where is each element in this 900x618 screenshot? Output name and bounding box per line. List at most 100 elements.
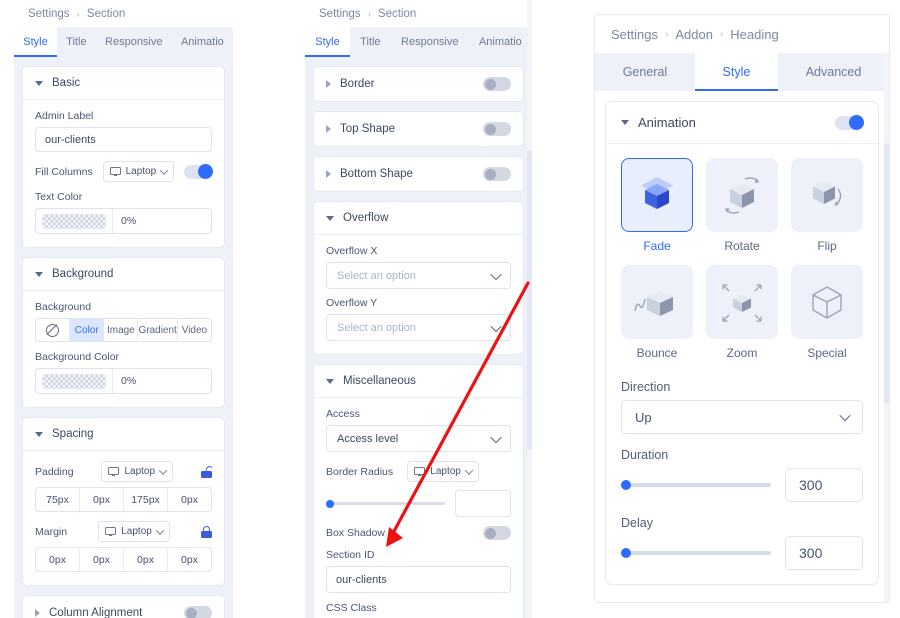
column-alignment-header[interactable]: Column Alignment [23,596,224,618]
box-shadow-toggle[interactable] [483,526,511,540]
background-type-gradient[interactable]: Gradient [138,319,178,341]
overflow-x-select[interactable]: Select an option [326,262,511,289]
breadcrumb-item-section[interactable]: Section [378,8,416,20]
background-type-video[interactable]: Video [177,319,211,341]
border-radius-slider[interactable] [326,497,445,511]
background-color-swatch-cell[interactable] [36,369,113,393]
animation-option-zoom-box[interactable] [706,265,778,339]
background-section-header[interactable]: Background [23,258,224,290]
tab-style[interactable]: Style [694,53,779,91]
animation-option-fade[interactable]: Fade [621,158,693,253]
admin-label-input[interactable]: our-clients [35,127,212,152]
animation-option-special-label: Special [807,346,847,360]
breadcrumb-item-settings[interactable]: Settings [611,27,658,42]
delay-input[interactable]: 300 [785,536,863,570]
delay-slider[interactable] [621,545,771,561]
padding-unlock-icon[interactable] [200,464,214,478]
tab-style[interactable]: Style [14,27,57,57]
margin-bottom-input[interactable]: 0px [124,548,168,571]
animation-option-fade-box[interactable] [621,158,693,232]
column-alignment-toggle[interactable] [184,606,212,618]
bottom-shape-section-header[interactable]: Bottom Shape [314,157,523,191]
spacing-section-header[interactable]: Spacing [23,418,224,450]
animation-section-header[interactable]: Animation [606,102,878,143]
breadcrumb-item-heading[interactable]: Heading [730,27,778,42]
background-color-field[interactable]: 0% [35,368,212,394]
breadcrumb-item-addon[interactable]: Addon [675,27,713,42]
padding-left-input[interactable]: 0px [168,488,211,511]
background-type-image[interactable]: Image [104,319,139,341]
overflow-section-header[interactable]: Overflow [314,202,523,234]
access-select[interactable]: Access level [326,425,511,452]
tab-animation[interactable]: Animatio [468,27,532,57]
animation-option-bounce[interactable]: Bounce [621,265,693,360]
margin-top-input[interactable]: 0px [36,548,80,571]
tab-responsive[interactable]: Responsive [95,27,172,57]
background-color-opacity[interactable]: 0% [113,369,211,393]
background-type-none[interactable] [36,319,71,341]
animation-toggle[interactable] [835,115,864,130]
miscellaneous-section-header[interactable]: Miscellaneous [314,365,523,397]
caret-right-icon [35,609,40,617]
background-section-body: Background Color Image Gradient Video Ba… [23,290,224,407]
border-toggle[interactable] [483,77,511,91]
animation-option-bounce-box[interactable] [621,265,693,339]
breadcrumb-item-settings[interactable]: Settings [319,8,361,20]
tab-style[interactable]: Style [305,27,350,57]
middle-panel-scrollbar[interactable] [527,0,532,618]
cube-flip-icon [813,181,842,206]
tab-responsive[interactable]: Responsive [390,27,469,57]
fill-columns-toggle[interactable] [183,164,213,179]
cube-fade-icon [641,177,673,209]
tab-advanced[interactable]: Advanced [778,53,889,91]
border-radius-device-select[interactable]: Laptop [407,461,479,482]
text-color-swatch-cell[interactable] [36,209,113,233]
border-section-header[interactable]: Border [314,67,523,101]
background-type-color[interactable]: Color [70,319,105,341]
tab-title[interactable]: Title [56,27,96,57]
border-radius-device-value: Laptop [430,466,461,477]
fill-columns-row: Fill Columns Laptop [35,161,213,182]
margin-left-input[interactable]: 0px [168,548,211,571]
bottom-shape-toggle[interactable] [483,167,511,181]
padding-bottom-input[interactable]: 175px [124,488,168,511]
top-shape-toggle[interactable] [483,122,511,136]
caret-down-icon [621,120,629,125]
padding-device-select[interactable]: Laptop [101,461,174,482]
chevron-right-icon: › [719,29,724,40]
duration-input[interactable]: 300 [785,468,863,502]
tab-general[interactable]: General [595,53,695,91]
fill-columns-device-select[interactable]: Laptop [102,161,175,182]
tab-animation[interactable]: Animatio [171,27,233,57]
animation-option-flip-box[interactable] [791,158,863,232]
direction-select[interactable]: Up [621,400,863,434]
overflow-y-label: Overflow Y [326,297,378,309]
padding-right-input[interactable]: 0px [80,488,124,511]
margin-lock-icon[interactable] [200,525,212,538]
border-radius-label: Border Radius [326,465,394,478]
animation-option-rotate[interactable]: Rotate [706,158,778,253]
section-id-input[interactable]: our-clients [326,566,511,593]
tab-title[interactable]: Title [349,27,391,57]
padding-top-input[interactable]: 75px [36,488,80,511]
border-radius-input[interactable] [455,490,511,517]
text-color-field[interactable]: 0% [35,208,212,234]
animation-option-flip[interactable]: Flip [791,158,863,253]
duration-slider[interactable] [621,477,771,493]
margin-right-input[interactable]: 0px [80,548,124,571]
text-color-opacity[interactable]: 0% [113,209,211,233]
margin-device-select[interactable]: Laptop [98,521,170,542]
top-shape-section-header[interactable]: Top Shape [314,112,523,146]
fill-columns-device-value: Laptop [125,166,157,177]
caret-down-icon [35,80,43,86]
basic-section-header[interactable]: Basic [23,67,224,99]
animation-option-rotate-box[interactable] [706,158,778,232]
animation-option-zoom[interactable]: Zoom [706,265,778,360]
breadcrumb-item-settings[interactable]: Settings [28,8,70,20]
right-panel-scrollbar[interactable] [884,53,889,602]
breadcrumb-item-section[interactable]: Section [87,8,125,20]
tab-bar: General Style Advanced [595,53,889,91]
animation-option-special-box[interactable] [791,265,863,339]
animation-option-special[interactable]: Special [791,265,863,360]
overflow-y-select[interactable]: Select an option [326,314,511,341]
